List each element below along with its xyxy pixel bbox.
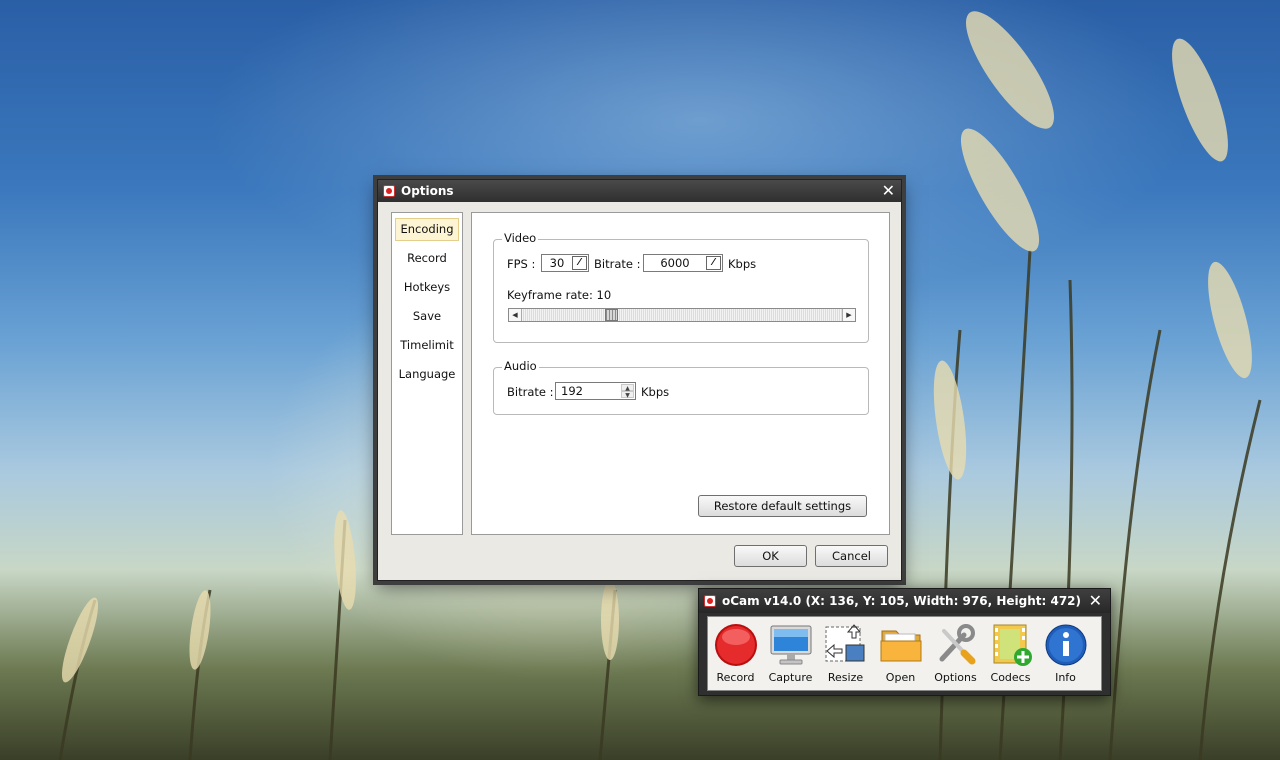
- audio-bitrate-value: 192: [561, 384, 583, 398]
- ocam-toolbar: Record Capture Resize Open Options Codec…: [707, 616, 1102, 691]
- cancel-button[interactable]: Cancel: [815, 545, 888, 567]
- film-add-icon: [989, 623, 1033, 667]
- video-group-title: Video: [502, 231, 539, 245]
- keyframe-value: 10: [596, 288, 612, 302]
- sidebar-item-save[interactable]: Save: [395, 305, 459, 328]
- sidebar-item-timelimit[interactable]: Timelimit: [395, 334, 459, 357]
- video-bitrate-field[interactable]: 6000 ⁄: [643, 254, 723, 272]
- ocam-titlebar[interactable]: oCam v14.0 (X: 136, Y: 105, Width: 976, …: [699, 589, 1110, 613]
- keyframe-slider[interactable]: ◀ ▶: [508, 308, 856, 322]
- codecs-button[interactable]: Codecs: [983, 617, 1038, 690]
- ocam-close-icon[interactable]: ✕: [1089, 593, 1102, 609]
- options-label: Options: [934, 671, 977, 684]
- options-title: Options: [401, 184, 454, 198]
- folder-icon: [879, 623, 923, 667]
- sidebar-item-language[interactable]: Language: [395, 363, 459, 386]
- bitrate-auto-icon[interactable]: ⁄: [706, 256, 721, 270]
- codecs-label: Codecs: [990, 671, 1031, 684]
- fps-auto-icon[interactable]: ⁄: [572, 256, 587, 270]
- resize-label: Resize: [827, 671, 864, 684]
- options-button[interactable]: Options: [928, 617, 983, 690]
- tools-icon: [934, 623, 978, 667]
- restore-defaults-label: Restore default settings: [713, 499, 852, 513]
- cancel-label: Cancel: [832, 549, 871, 563]
- capture-button[interactable]: Capture: [763, 617, 818, 690]
- keyframe-label: Keyframe rate: 10: [507, 288, 611, 302]
- audio-bitrate-stepper[interactable]: ▲ ▼: [621, 384, 634, 399]
- ok-button[interactable]: OK: [734, 545, 807, 567]
- info-icon: [1044, 623, 1088, 667]
- capture-label: Capture: [768, 671, 813, 684]
- ocam-title: oCam v14.0 (X: 136, Y: 105, Width: 976, …: [722, 594, 1081, 608]
- encoding-panel: Video FPS : 30 ⁄ Bitrate : 6000 ⁄ Kbps K…: [471, 212, 890, 535]
- record-label: Record: [716, 671, 755, 684]
- audio-group: Audio Bitrate : 192 ▲ ▼ Kbps: [493, 359, 869, 415]
- ocam-app-icon: [383, 185, 395, 197]
- record-button[interactable]: Record: [708, 617, 763, 690]
- info-label: Info: [1055, 671, 1076, 684]
- audio-bitrate-label: Bitrate :: [507, 385, 554, 399]
- video-bitrate-label: Bitrate :: [594, 257, 641, 271]
- fps-value: 30: [549, 256, 565, 270]
- info-button[interactable]: Info: [1038, 617, 1093, 690]
- resize-button[interactable]: Resize: [818, 617, 873, 690]
- options-titlebar[interactable]: Options ✕: [378, 180, 901, 202]
- slider-left-arrow-icon[interactable]: ◀: [509, 309, 522, 321]
- fps-label: FPS :: [507, 257, 536, 271]
- ocam-app-icon: [704, 595, 716, 607]
- sidebar-item-record[interactable]: Record: [395, 247, 459, 270]
- record-icon: [714, 623, 758, 667]
- video-bitrate-unit: Kbps: [728, 257, 757, 271]
- ocam-window: oCam v14.0 (X: 136, Y: 105, Width: 976, …: [698, 588, 1111, 696]
- video-bitrate-value: 6000: [660, 256, 690, 270]
- keyframe-slider-thumb[interactable]: [604, 309, 618, 321]
- options-window: Options ✕ Encoding Record Hotkeys Save T…: [377, 179, 902, 581]
- stepper-up-icon[interactable]: ▲: [621, 384, 634, 392]
- audio-bitrate-unit: Kbps: [641, 385, 670, 399]
- options-close-icon[interactable]: ✕: [882, 183, 895, 199]
- stepper-down-icon[interactable]: ▼: [621, 391, 634, 399]
- slider-right-arrow-icon[interactable]: ▶: [842, 309, 855, 321]
- options-sidebar: Encoding Record Hotkeys Save Timelimit L…: [391, 212, 463, 535]
- monitor-icon: [769, 623, 813, 667]
- ok-label: OK: [762, 549, 779, 563]
- restore-defaults-button[interactable]: Restore default settings: [698, 495, 867, 517]
- resize-icon: [824, 623, 868, 667]
- video-group: Video FPS : 30 ⁄ Bitrate : 6000 ⁄ Kbps K…: [493, 231, 869, 343]
- fps-field[interactable]: 30 ⁄: [541, 254, 589, 272]
- sidebar-item-hotkeys[interactable]: Hotkeys: [395, 276, 459, 299]
- keyframe-label-text: Keyframe rate:: [507, 288, 593, 302]
- open-button[interactable]: Open: [873, 617, 928, 690]
- audio-group-title: Audio: [502, 359, 539, 373]
- open-label: Open: [885, 671, 916, 684]
- audio-bitrate-field[interactable]: 192 ▲ ▼: [555, 382, 636, 400]
- sidebar-item-encoding[interactable]: Encoding: [395, 218, 459, 241]
